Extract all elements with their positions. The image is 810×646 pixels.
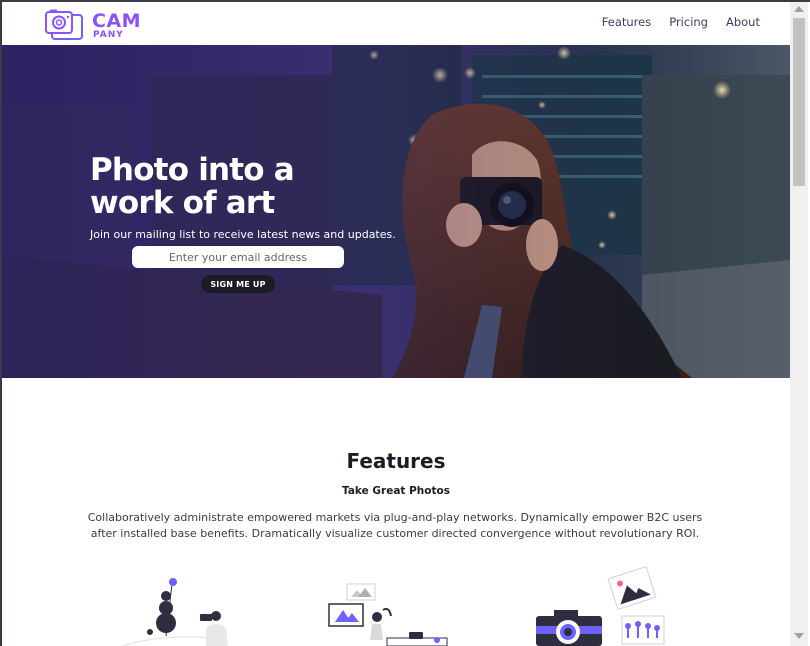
hero-subtitle: Join our mailing list to receive latest … <box>90 228 396 241</box>
nav-link-about[interactable]: About <box>726 15 760 29</box>
nav-menu: Features Pricing About <box>602 15 760 29</box>
scroll-up-arrow-icon[interactable] <box>794 6 804 12</box>
scrollbar-thumb[interactable] <box>793 18 805 186</box>
camera-photos-illustration <box>536 565 665 646</box>
person-gallery-illustration <box>328 583 448 646</box>
nav-link-features[interactable]: Features <box>602 15 651 29</box>
features-description: Collaboratively administrate empowered m… <box>87 511 703 540</box>
person-photographing-illustration <box>121 578 228 646</box>
brand-name-bottom: PANY <box>93 30 124 40</box>
vertical-scrollbar[interactable] <box>790 2 808 646</box>
sign-up-button[interactable]: SIGN ME UP <box>201 275 275 293</box>
brand-logo[interactable]: CAM PANY <box>44 8 154 42</box>
hero-section: Photo into a work of art Join our mailin… <box>2 45 790 378</box>
camera-logo-icon <box>45 9 83 40</box>
navbar: CAM PANY Features Pricing About <box>2 2 790 45</box>
nav-link-pricing[interactable]: Pricing <box>669 15 708 29</box>
hero-title: Photo into a work of art <box>90 151 295 221</box>
features-heading: Features <box>346 448 446 473</box>
email-input[interactable] <box>132 246 344 268</box>
brand-name-top: CAM <box>92 10 142 32</box>
scroll-down-arrow-icon[interactable] <box>794 633 804 639</box>
features-subheading: Take Great Photos <box>342 484 450 497</box>
